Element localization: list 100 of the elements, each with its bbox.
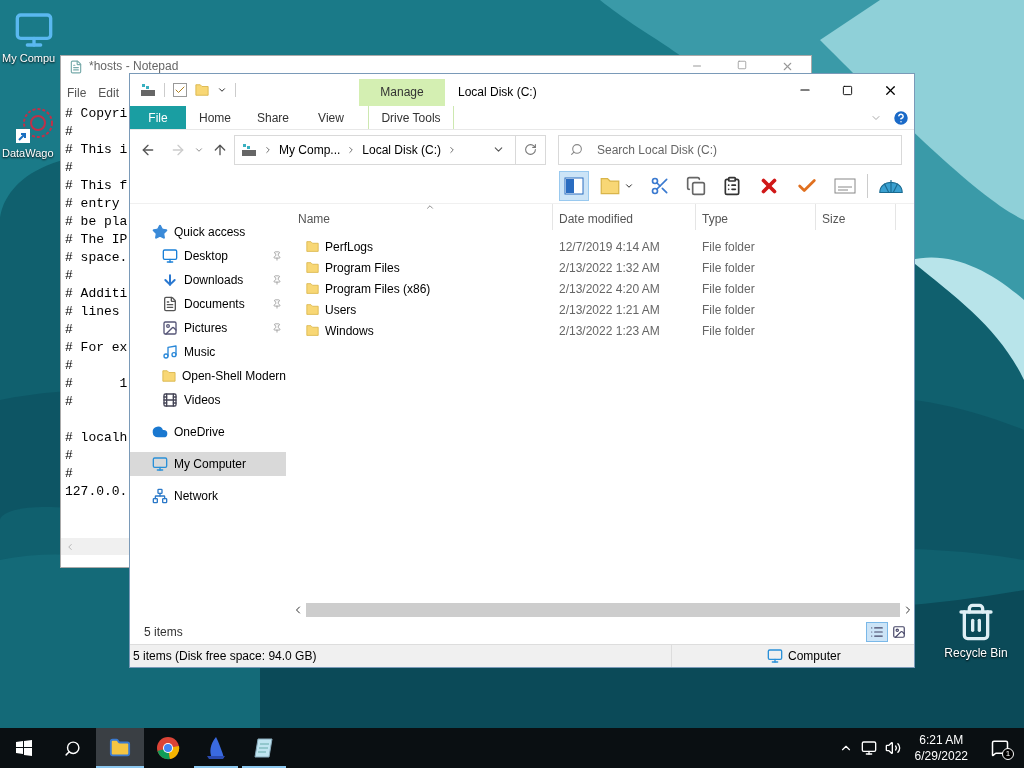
text-line: 127.0.0. bbox=[65, 483, 128, 501]
window-title: *hosts - Notepad bbox=[89, 60, 179, 73]
column-header[interactable]: Size bbox=[816, 204, 896, 230]
text-line: # 1 bbox=[65, 375, 128, 393]
desktop-icon bbox=[162, 248, 178, 264]
chrome-icon bbox=[156, 736, 180, 760]
text-line: # space. bbox=[65, 249, 128, 267]
nav-item[interactable]: Open-Shell Modern bbox=[130, 364, 286, 388]
computer-icon bbox=[152, 456, 168, 472]
text-line: # bbox=[65, 267, 73, 285]
download-icon bbox=[162, 272, 178, 288]
nav-item[interactable]: OneDrive bbox=[130, 420, 286, 444]
checkbox-icon[interactable] bbox=[173, 83, 187, 97]
folder-icon bbox=[162, 368, 176, 384]
text-line: # bbox=[65, 357, 73, 375]
file-name[interactable]: Program Files (x86) bbox=[325, 279, 431, 298]
details-view-icon bbox=[870, 625, 884, 639]
nav-item[interactable]: Downloads bbox=[130, 268, 286, 292]
location-label: Computer bbox=[788, 648, 841, 665]
clock[interactable]: 6:21 AM 6/29/2022 bbox=[908, 732, 974, 764]
music-icon bbox=[162, 344, 178, 360]
desktop-icon-label[interactable]: Recycle Bin bbox=[944, 644, 1008, 662]
type-cell-text: File folder bbox=[701, 280, 756, 298]
picture-icon bbox=[162, 320, 178, 336]
type-cell-text: File folder bbox=[701, 259, 756, 277]
ribbon-tab[interactable]: Share bbox=[244, 106, 302, 129]
item-count: 5 items bbox=[144, 624, 184, 641]
star-icon bbox=[152, 224, 168, 240]
breadcrumb[interactable]: My Comp... bbox=[279, 140, 341, 159]
scrollbar[interactable] bbox=[61, 538, 129, 555]
nav-item[interactable]: Desktop bbox=[130, 244, 286, 268]
notepad-icon bbox=[252, 736, 276, 760]
search-field[interactable]: Search Local Disk (C:) bbox=[558, 134, 902, 165]
sail-icon bbox=[204, 736, 228, 760]
folder-icon bbox=[306, 260, 319, 275]
clipboard-icon bbox=[722, 176, 742, 196]
windows-logo-icon bbox=[16, 740, 32, 756]
computer-icon bbox=[766, 648, 784, 664]
nav-item[interactable]: Documents bbox=[130, 292, 286, 316]
text-line: # bbox=[65, 159, 73, 177]
column-header[interactable]: Date modified bbox=[553, 204, 696, 230]
nav-item[interactable]: Music bbox=[130, 340, 286, 364]
ribbon-tab[interactable]: Home bbox=[186, 106, 244, 129]
film-icon bbox=[162, 392, 178, 408]
view-button[interactable] bbox=[866, 622, 888, 642]
text-line: # entry bbox=[65, 195, 120, 213]
text-line: # localh bbox=[65, 429, 128, 447]
type-cell-text: File folder bbox=[701, 322, 756, 340]
search-icon bbox=[63, 739, 81, 757]
text-line: # bbox=[65, 321, 73, 339]
folder-icon bbox=[306, 323, 319, 338]
ribbon-tab[interactable]: View bbox=[302, 106, 360, 129]
drive-icon bbox=[140, 83, 156, 97]
properties-icon bbox=[834, 178, 856, 194]
cloud-icon bbox=[152, 424, 168, 440]
help-icon[interactable] bbox=[892, 108, 910, 127]
scissors-icon bbox=[650, 176, 670, 196]
nav-item[interactable]: Quick access bbox=[130, 220, 286, 244]
menu-item[interactable]: Edit bbox=[98, 84, 120, 102]
notification-badge: 1 bbox=[1002, 748, 1014, 760]
caret-icon[interactable] bbox=[217, 85, 227, 95]
date-cell-text: 2/13/2022 4:20 AM bbox=[558, 280, 661, 298]
desktop-icon-label[interactable]: My Compu bbox=[0, 50, 56, 67]
file-name[interactable]: PerfLogs bbox=[325, 237, 374, 256]
separator-icon[interactable] bbox=[263, 144, 273, 155]
network-graph-icon bbox=[14, 105, 54, 145]
maximize-icon[interactable] bbox=[842, 84, 853, 96]
date-cell-text: 2/13/2022 1:23 AM bbox=[558, 322, 661, 340]
computer-icon bbox=[14, 10, 54, 50]
nav-item[interactable]: Videos bbox=[130, 388, 286, 412]
taskbar-app[interactable] bbox=[96, 728, 144, 768]
date-cell-text: 2/13/2022 1:21 AM bbox=[558, 301, 661, 319]
file-name[interactable]: Windows bbox=[325, 321, 374, 340]
file-name[interactable]: Users bbox=[325, 300, 357, 319]
notification-icon[interactable] bbox=[991, 739, 1009, 757]
breadcrumb[interactable]: Local Disk (C:) bbox=[362, 140, 442, 159]
nav-item[interactable]: My Computer bbox=[130, 452, 286, 476]
nav-item[interactable]: Pictures bbox=[130, 316, 286, 340]
folder-icon bbox=[306, 302, 319, 317]
address-bar[interactable]: My Comp... Local Disk (C:) bbox=[234, 134, 546, 165]
text-line: # This i bbox=[65, 141, 128, 159]
scroll-thumb[interactable] bbox=[306, 603, 900, 617]
volume-icon[interactable] bbox=[884, 740, 901, 756]
folder-icon bbox=[600, 176, 620, 196]
folder-icon bbox=[195, 82, 209, 98]
text-line: # This f bbox=[65, 177, 128, 195]
text-line: # bbox=[65, 393, 73, 411]
document-icon bbox=[162, 296, 178, 312]
column-header[interactable]: Name bbox=[292, 204, 553, 230]
file-name[interactable]: Program Files bbox=[325, 258, 400, 277]
date-cell-text: 2/13/2022 1:32 AM bbox=[558, 259, 661, 277]
nav-item[interactable]: Network bbox=[130, 484, 286, 508]
drive-icon bbox=[241, 142, 257, 157]
text-line: # bbox=[65, 123, 73, 141]
ribbon-tab[interactable]: Drive Tools bbox=[368, 106, 454, 129]
text-line: # lines bbox=[65, 303, 120, 321]
menu-item[interactable]: File bbox=[67, 84, 87, 102]
text-line: # be pla bbox=[65, 213, 128, 231]
column-header[interactable]: Type bbox=[696, 204, 816, 230]
desktop-icon-label[interactable]: DataWago bbox=[0, 145, 54, 162]
